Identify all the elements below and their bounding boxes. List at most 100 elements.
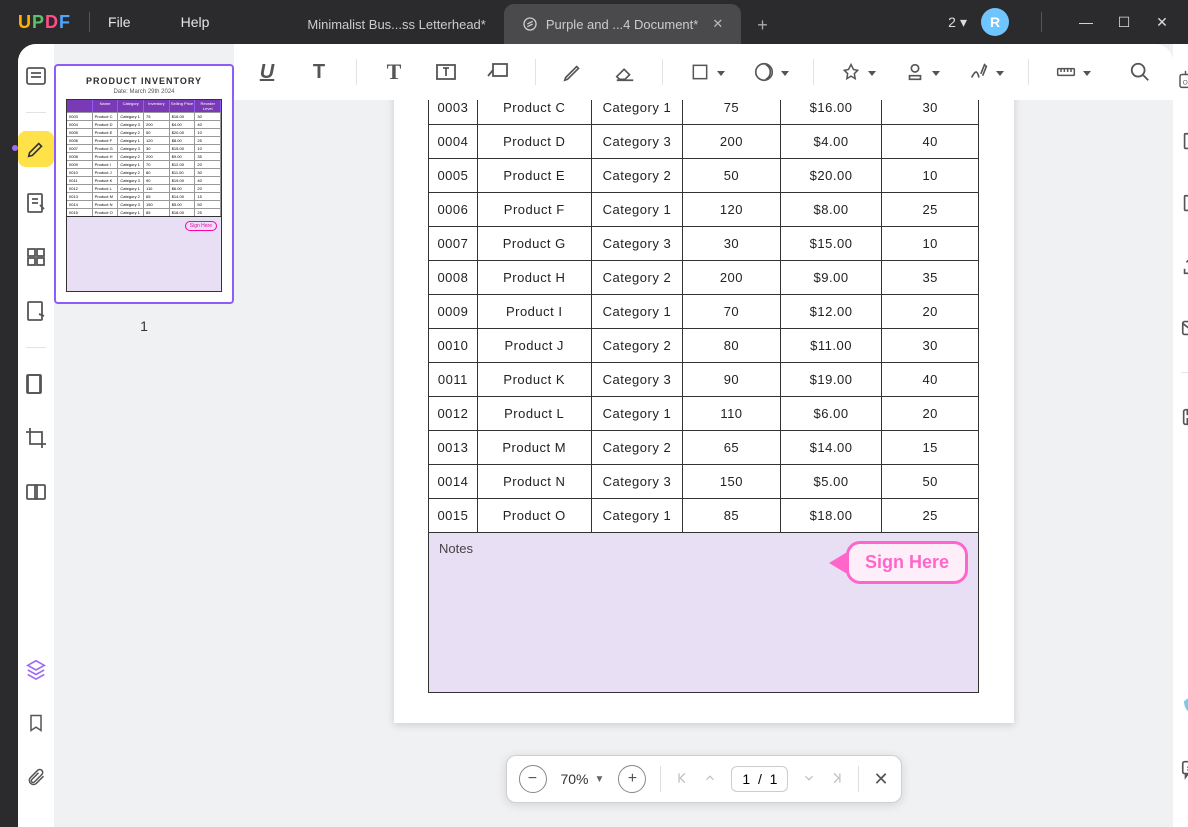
table-cell: $15.00 — [780, 227, 882, 261]
callout-icon[interactable] — [483, 57, 513, 87]
redact-icon[interactable] — [18, 366, 54, 402]
fill-sign-icon[interactable] — [18, 293, 54, 329]
page-thumbnail[interactable]: PRODUCT INVENTORY Date: March 29th 2024 … — [54, 64, 234, 304]
shape-picker[interactable] — [685, 57, 715, 87]
tab-active[interactable]: Purple and ...4 Document* ✕ — [504, 4, 741, 44]
last-page-button[interactable] — [830, 771, 844, 788]
zoom-out-button[interactable]: − — [518, 765, 546, 793]
email-icon[interactable] — [1173, 310, 1188, 346]
first-page-button[interactable] — [675, 771, 689, 788]
table-row: 0007Product GCategory 330$15.0010 — [429, 227, 979, 261]
table-cell: 0015 — [429, 499, 478, 533]
compare-icon[interactable] — [18, 474, 54, 510]
table-cell: $11.00 — [780, 329, 882, 363]
crop-icon[interactable] — [18, 420, 54, 456]
avatar[interactable]: R — [981, 8, 1009, 36]
tab-edit-icon — [522, 16, 538, 32]
table-cell: Product J — [477, 329, 591, 363]
table-cell: Product K — [477, 363, 591, 397]
chevron-down-icon: ▼ — [594, 774, 604, 785]
table-row: 0003Product CCategory 175$16.0030 — [429, 100, 979, 125]
table-cell: 200 — [683, 125, 781, 159]
table-cell: 70 — [683, 295, 781, 329]
divider — [356, 59, 357, 85]
table-cell: 30 — [882, 100, 979, 125]
underline-icon[interactable]: U — [252, 57, 282, 87]
annotation-toolbar: U T T — [234, 44, 1173, 100]
comment-icon[interactable] — [1173, 751, 1188, 787]
protect-icon[interactable] — [1173, 186, 1188, 222]
organize-pages-icon[interactable] — [18, 239, 54, 275]
menu-file[interactable]: File — [108, 14, 131, 30]
close-controls-button[interactable]: ✕ — [873, 769, 888, 790]
table-cell: 0004 — [429, 125, 478, 159]
search-icon[interactable] — [1125, 57, 1155, 87]
save-icon[interactable] — [1173, 399, 1188, 435]
table-row: 0008Product HCategory 2200$9.0035 — [429, 261, 979, 295]
table-cell: Product H — [477, 261, 591, 295]
tab-close-icon[interactable]: ✕ — [712, 16, 723, 32]
reader-mode-icon[interactable] — [18, 58, 54, 94]
pin-picker[interactable] — [836, 57, 866, 87]
prev-page-button[interactable] — [703, 771, 717, 788]
table-cell: Product N — [477, 465, 591, 499]
measure-picker[interactable] — [1051, 57, 1081, 87]
ocr-icon[interactable]: OCR — [1173, 62, 1188, 98]
table-cell: 0008 — [429, 261, 478, 295]
table-row: 0009Product ICategory 170$12.0020 — [429, 295, 979, 329]
textbox-icon[interactable] — [431, 57, 461, 87]
zoom-level-dropdown[interactable]: 70% ▼ — [560, 771, 604, 787]
table-cell: 40 — [882, 363, 979, 397]
table-cell: 0011 — [429, 363, 478, 397]
ai-assistant-icon[interactable] — [1173, 689, 1188, 725]
tab-inactive[interactable]: Minimalist Bus...ss Letterhead* — [289, 5, 503, 44]
table-cell: Product C — [477, 100, 591, 125]
table-cell: 20 — [882, 295, 979, 329]
canvas[interactable]: 0003Product CCategory 175$16.00300004Pro… — [234, 100, 1173, 827]
table-cell: 50 — [882, 465, 979, 499]
table-cell: Category 3 — [591, 465, 682, 499]
table-cell: 80 — [683, 329, 781, 363]
table-cell: Product G — [477, 227, 591, 261]
layers-icon[interactable] — [18, 651, 54, 687]
thumb-sign-stamp: Sign Here — [185, 221, 217, 231]
pencil-icon[interactable] — [558, 57, 588, 87]
table-cell: 0014 — [429, 465, 478, 499]
table-cell: Category 1 — [591, 193, 682, 227]
menu-help[interactable]: Help — [181, 14, 210, 30]
attachment-icon[interactable] — [18, 759, 54, 795]
thumb-page-number: 1 — [140, 318, 148, 334]
app-logo: UPDF — [18, 12, 71, 33]
table-cell: Category 1 — [591, 100, 682, 125]
highlight-tool-icon[interactable] — [18, 131, 54, 167]
table-cell: $5.00 — [780, 465, 882, 499]
share-icon[interactable] — [1173, 248, 1188, 284]
window-close-button[interactable]: ✕ — [1150, 14, 1174, 31]
window-maximize-button[interactable]: ☐ — [1112, 14, 1136, 31]
convert-icon[interactable] — [1173, 124, 1188, 160]
sign-here-stamp[interactable]: Sign Here — [829, 541, 968, 584]
next-page-button[interactable] — [802, 771, 816, 788]
text-style-icon[interactable]: T — [304, 57, 334, 87]
table-cell: 25 — [882, 499, 979, 533]
user-count[interactable]: 2 ▾ — [948, 14, 967, 31]
table-row: 0013Product MCategory 265$14.0015 — [429, 431, 979, 465]
table-cell: $16.00 — [780, 100, 882, 125]
table-cell: Category 1 — [591, 295, 682, 329]
bookmark-icon[interactable] — [18, 705, 54, 741]
stamp-picker[interactable] — [900, 57, 930, 87]
window-minimize-button[interactable]: — — [1074, 14, 1098, 30]
sticker-picker[interactable] — [749, 57, 779, 87]
eraser-icon[interactable] — [610, 57, 640, 87]
signature-picker[interactable] — [964, 57, 994, 87]
divider — [26, 112, 46, 113]
page-separator: / — [758, 771, 762, 787]
table-cell: 110 — [683, 397, 781, 431]
edit-text-icon[interactable] — [18, 185, 54, 221]
tab-add-button[interactable]: + — [741, 7, 784, 44]
page-indicator[interactable]: 1 / 1 — [731, 766, 788, 792]
zoom-in-button[interactable]: + — [618, 765, 646, 793]
table-cell: Category 2 — [591, 159, 682, 193]
text-add-icon[interactable]: T — [379, 57, 409, 87]
table-cell: Category 3 — [591, 125, 682, 159]
